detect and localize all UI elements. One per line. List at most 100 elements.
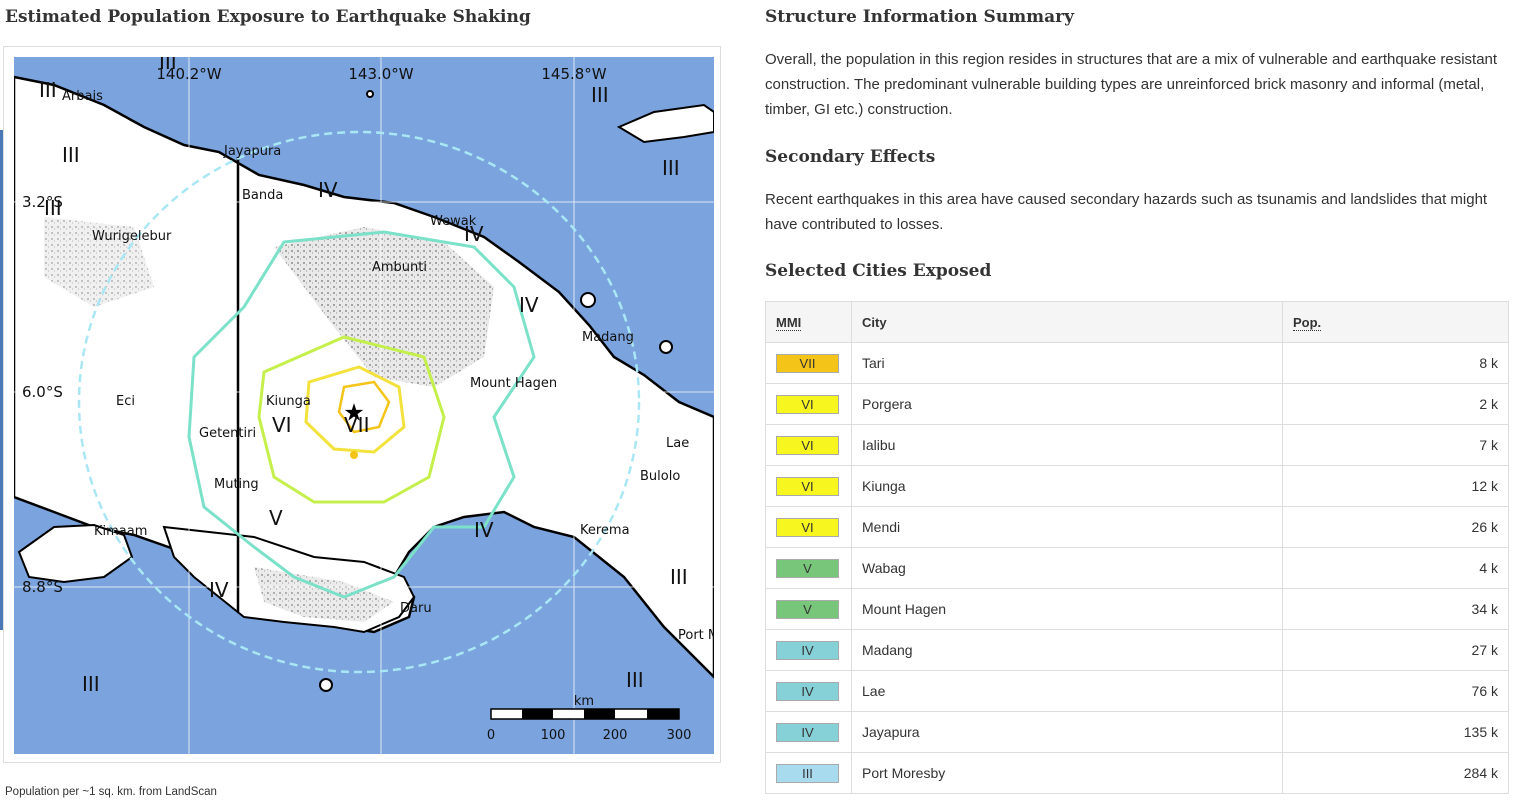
- mmi-badge: V: [776, 599, 839, 619]
- island: [580, 292, 596, 308]
- city-label: Getentiri: [199, 426, 256, 441]
- table-header-row: MMI City Pop.: [765, 301, 1509, 343]
- table-row: V Wabag 4 k: [765, 547, 1509, 589]
- mmi-badge: V: [776, 558, 839, 578]
- city-label: Jayapura: [223, 144, 281, 159]
- table-row: VI Ialibu 7 k: [765, 424, 1509, 466]
- table-row: IV Jayapura 135 k: [765, 711, 1509, 753]
- structure-summary-text: Overall, the population in this region r…: [765, 51, 1498, 118]
- city-label: Port M: [678, 628, 714, 643]
- lon-label: 143.0°W: [348, 65, 413, 83]
- city-label: Eci: [116, 394, 135, 409]
- mmi-badge: III: [776, 763, 839, 783]
- table-row: VI Mendi 26 k: [765, 506, 1509, 548]
- mmi-label: IV: [519, 293, 539, 317]
- mmi-vii-spot: [350, 451, 358, 459]
- mmi-cell: VII: [765, 342, 852, 384]
- city-name-cell: Port Moresby: [851, 752, 1283, 794]
- city-name-cell: Tari: [851, 342, 1283, 384]
- table-row: V Mount Hagen 34 k: [765, 588, 1509, 630]
- mmi-label: III: [159, 57, 177, 74]
- structure-summary-heading: Structure Information Summary: [765, 7, 1075, 27]
- city-name-cell: Porgera: [851, 383, 1283, 425]
- city-label: Madang: [582, 330, 634, 345]
- population-cell: 284 k: [1282, 752, 1509, 794]
- city-label: Wurigelebur: [92, 229, 172, 244]
- city-name-cell: Jayapura: [851, 711, 1283, 753]
- mmi-label: VII: [344, 413, 369, 437]
- city-column-label: City: [862, 314, 887, 330]
- mmi-cell: V: [765, 588, 852, 630]
- city-name-cell: Mendi: [851, 506, 1283, 548]
- population-cell: 76 k: [1282, 670, 1509, 712]
- mmi-badge: IV: [776, 681, 839, 701]
- shakemap-image: ★ 140.2°W 143.0°W 145.8°W 3.2°S 6.0°S 8.…: [14, 57, 714, 754]
- city-name-cell: Kiunga: [851, 465, 1283, 507]
- city-label: Ambunti: [372, 260, 427, 275]
- population-cell: 2 k: [1282, 383, 1509, 425]
- mmi-cell: III: [765, 752, 852, 794]
- city-name-cell: Lae: [851, 670, 1283, 712]
- city-label: Kerema: [580, 523, 630, 538]
- city-label: Bulolo: [640, 469, 680, 484]
- city-label: Lae: [666, 436, 689, 451]
- mmi-cell: VI: [765, 383, 852, 425]
- table-row: IV Lae 76 k: [765, 670, 1509, 712]
- map-panel-title: Estimated Population Exposure to Earthqu…: [5, 7, 531, 27]
- mmi-cell: VI: [765, 506, 852, 548]
- mmi-label: III: [39, 78, 57, 102]
- mmi-badge: VI: [776, 435, 839, 455]
- scale-tick: 0: [487, 728, 495, 743]
- population-cell: 26 k: [1282, 506, 1509, 548]
- table-row: VII Tari 8 k: [765, 342, 1509, 384]
- city-label: Muting: [214, 477, 259, 492]
- mmi-badge: VI: [776, 476, 839, 496]
- secondary-effects-text: Recent earthquakes in this area have cau…: [765, 191, 1488, 233]
- table-row: III Port Moresby 284 k: [765, 752, 1509, 794]
- mmi-badge: IV: [776, 722, 839, 742]
- lat-label: 6.0°S: [22, 383, 63, 401]
- city-label: Daru: [400, 601, 432, 616]
- cities-exposed-table: MMI City Pop. VII Tari 8 k VI Porgera 2 k VI Ia…: [765, 301, 1509, 794]
- table-row: VI Kiunga 12 k: [765, 465, 1509, 507]
- island: [659, 340, 673, 354]
- mmi-label: III: [670, 565, 688, 589]
- city-name-cell: Wabag: [851, 547, 1283, 589]
- scale-tick: 200: [603, 728, 628, 743]
- mmi-label: IV: [209, 578, 229, 602]
- mmi-cell: VI: [765, 424, 852, 466]
- table-row: VI Porgera 2 k: [765, 383, 1509, 425]
- city-label: Kimaam: [94, 524, 147, 539]
- scale-unit-label: km: [574, 694, 594, 709]
- cities-exposed-heading: Selected Cities Exposed: [765, 261, 992, 281]
- shakemap-frame: ★ 140.2°W 143.0°W 145.8°W 3.2°S 6.0°S 8.…: [3, 46, 721, 763]
- mmi-badge: IV: [776, 640, 839, 660]
- secondary-effects-heading: Secondary Effects: [765, 147, 936, 167]
- city-name-cell: Ialibu: [851, 424, 1283, 466]
- city-column-header[interactable]: City: [851, 301, 1283, 343]
- population-cell: 7 k: [1282, 424, 1509, 466]
- mmi-column-header[interactable]: MMI: [765, 301, 852, 343]
- lat-label: 8.8°S: [22, 578, 63, 596]
- pop-column-header[interactable]: Pop.: [1282, 301, 1509, 343]
- map-caption: Population per ~1 sq. km. from LandScan: [5, 786, 217, 798]
- mmi-cell: VI: [765, 465, 852, 507]
- scale-tick: 300: [667, 728, 692, 743]
- scale-tick: 100: [541, 728, 566, 743]
- city-label: Arbais: [62, 89, 103, 104]
- city-label: Mount Hagen: [470, 376, 557, 391]
- population-cell: 27 k: [1282, 629, 1509, 671]
- city-name-cell: Mount Hagen: [851, 588, 1283, 630]
- mmi-label: III: [44, 196, 62, 220]
- mmi-label: IV: [474, 518, 494, 542]
- island: [319, 678, 333, 692]
- mmi-label: VI: [272, 413, 292, 437]
- mmi-label: III: [662, 156, 680, 180]
- mmi-badge: VI: [776, 394, 839, 414]
- city-label: Banda: [242, 188, 283, 203]
- population-cell: 8 k: [1282, 342, 1509, 384]
- cities-table-body: VII Tari 8 k VI Porgera 2 k VI Ialibu 7 k VI Kiung…: [765, 342, 1509, 794]
- mmi-label: III: [626, 668, 644, 692]
- mmi-label: IV: [464, 222, 484, 246]
- mmi-label: III: [591, 83, 609, 107]
